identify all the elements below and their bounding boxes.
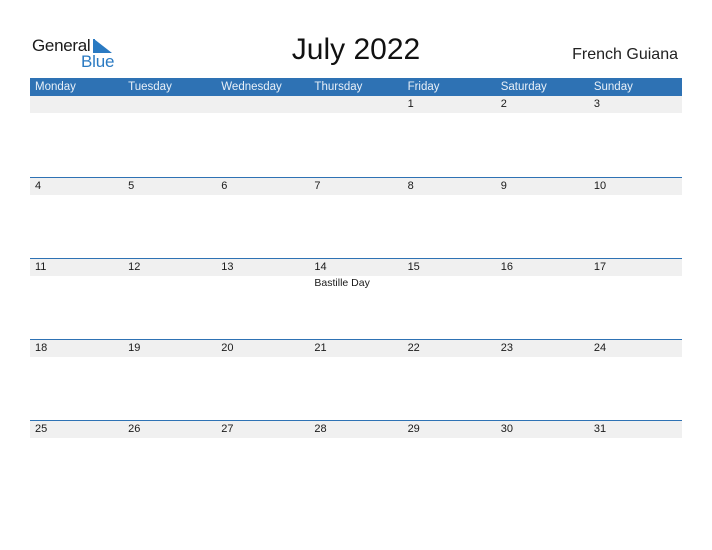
day-number: 2 <box>500 98 507 110</box>
day-event <box>589 438 682 439</box>
day-number: 11 <box>35 261 47 273</box>
day-number: 30 <box>500 423 513 435</box>
day-event <box>123 195 216 196</box>
day-number-strip: 11 12 13 14 15 16 17 <box>30 259 682 276</box>
day-event <box>216 438 309 439</box>
day-number: 22 <box>407 342 420 354</box>
day-number: 21 <box>314 342 327 354</box>
day-number: 18 <box>35 342 48 354</box>
day-event <box>30 438 123 439</box>
day-number: 6 <box>221 180 228 192</box>
day-number <box>309 96 402 113</box>
day-event <box>216 357 309 358</box>
day-event <box>496 357 589 358</box>
week-row: 1 2 3 <box>30 96 682 177</box>
day-number: 9 <box>500 180 507 192</box>
day-event <box>403 357 496 358</box>
day-number: 31 <box>593 423 607 435</box>
calendar-grid: Monday Tuesday Wednesday Thursday Friday… <box>30 78 682 501</box>
day-number: 25 <box>35 423 48 435</box>
day-event: Bastille Day <box>314 277 370 289</box>
day-number: 15 <box>407 261 420 273</box>
day-number: 5 <box>128 180 135 192</box>
day-event <box>309 357 402 358</box>
day-number: 8 <box>407 180 414 192</box>
week-row: 11 12 13 14 15 16 17 Bastille Day <box>30 258 682 339</box>
day-event <box>496 113 589 114</box>
day-event <box>496 276 589 289</box>
event-strip <box>30 357 682 358</box>
weekday-monday: Monday <box>35 81 76 93</box>
day-event <box>30 276 123 289</box>
day-event <box>589 357 682 358</box>
day-number: 13 <box>221 261 234 273</box>
day-event <box>123 276 216 289</box>
weekday-header: Monday Tuesday Wednesday Thursday Friday… <box>30 78 682 96</box>
weekday-friday: Friday <box>407 81 440 93</box>
event-strip <box>30 438 682 439</box>
day-event <box>309 438 402 439</box>
day-number <box>123 96 216 113</box>
day-event <box>496 195 589 196</box>
day-number: 12 <box>128 261 141 273</box>
day-event <box>30 357 123 358</box>
day-event <box>589 276 682 289</box>
day-event <box>589 195 682 196</box>
day-number <box>30 96 123 113</box>
weekday-tuesday: Tuesday <box>128 81 172 93</box>
week-row: 25 26 27 28 29 30 31 <box>30 420 682 501</box>
day-event <box>216 195 309 196</box>
day-event <box>216 276 309 289</box>
day-event <box>403 113 496 114</box>
day-event <box>496 438 589 439</box>
day-number: 19 <box>128 342 141 354</box>
weekday-sunday: Sunday <box>593 81 633 93</box>
day-number: 10 <box>593 180 607 192</box>
day-event <box>123 113 216 114</box>
day-number-strip: 25 26 27 28 29 30 31 <box>30 421 682 438</box>
day-event <box>123 357 216 358</box>
day-number: 23 <box>500 342 513 354</box>
day-number: 27 <box>221 423 234 435</box>
weekday-wednesday: Wednesday <box>221 81 282 93</box>
day-event <box>123 438 216 439</box>
day-number: 16 <box>500 261 513 273</box>
day-event <box>403 195 496 196</box>
day-event <box>403 438 496 439</box>
day-event <box>216 113 309 114</box>
day-number-strip: 18 19 20 21 22 23 24 <box>30 340 682 357</box>
event-strip <box>30 195 682 196</box>
day-number: 14 <box>314 261 327 273</box>
day-event <box>309 195 402 196</box>
weeks-container: 1 2 3 4 5 6 7 8 9 10 11 12 13 14 15 16 17 Bastille Day 18 1… <box>30 96 682 501</box>
weekday-saturday: Saturday <box>500 81 547 93</box>
region-label: French Guiana <box>572 46 678 63</box>
day-number: 7 <box>314 180 321 192</box>
day-event <box>30 113 123 114</box>
day-number-strip: 1 2 3 <box>30 96 682 113</box>
day-event <box>30 195 123 196</box>
day-number: 24 <box>593 342 607 354</box>
day-number: 26 <box>128 423 141 435</box>
day-number: 3 <box>593 98 600 110</box>
event-strip: Bastille Day <box>30 276 682 289</box>
day-event <box>309 113 402 114</box>
day-number-strip: 4 5 6 7 8 9 10 <box>30 178 682 195</box>
day-number: 28 <box>314 423 327 435</box>
day-number: 20 <box>221 342 234 354</box>
day-number: 29 <box>407 423 420 435</box>
day-number: 4 <box>35 180 42 192</box>
week-row: 4 5 6 7 8 9 10 <box>30 177 682 258</box>
day-number: 1 <box>407 98 414 110</box>
day-number <box>216 96 309 113</box>
day-number: 17 <box>593 261 607 273</box>
day-event <box>403 276 496 289</box>
weekday-thursday: Thursday <box>314 81 363 93</box>
day-event <box>589 113 682 114</box>
week-row: 18 19 20 21 22 23 24 <box>30 339 682 420</box>
event-strip <box>30 113 682 114</box>
